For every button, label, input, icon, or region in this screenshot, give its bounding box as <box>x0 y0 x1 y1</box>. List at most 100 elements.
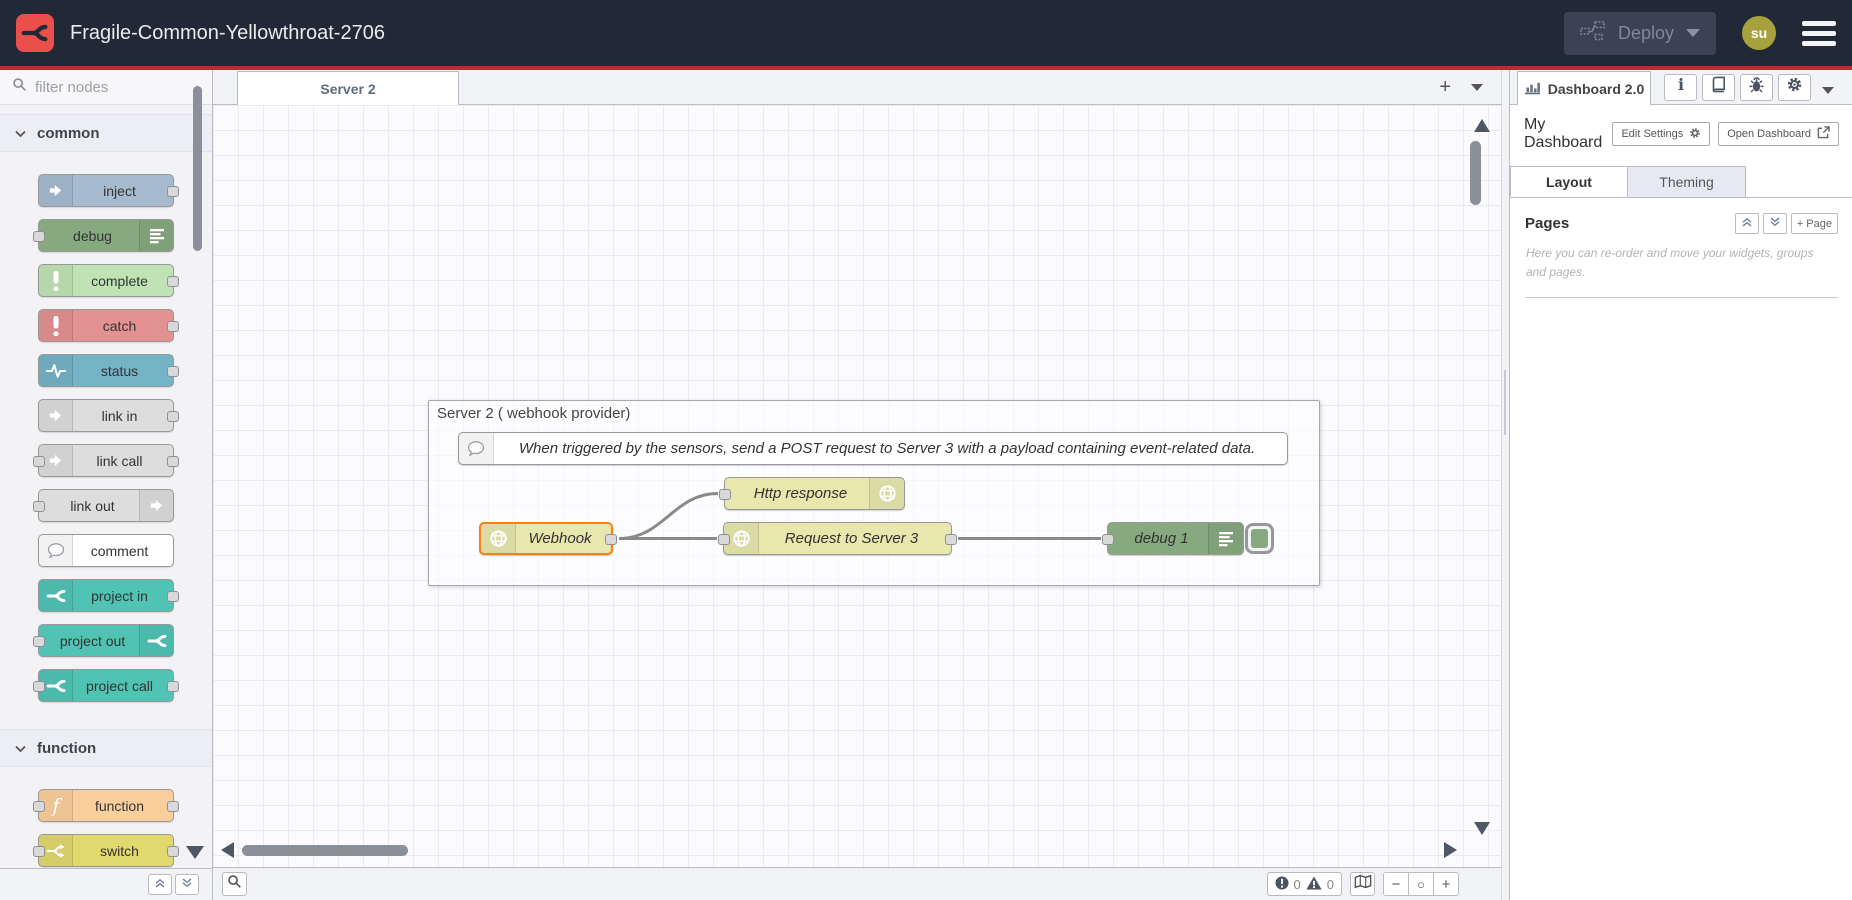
port-out[interactable] <box>167 591 179 602</box>
zoom-in-button[interactable]: + <box>1433 873 1458 895</box>
port-out[interactable] <box>167 366 179 377</box>
port-out[interactable] <box>167 276 179 287</box>
scroll-right-icon[interactable] <box>1444 842 1457 858</box>
arrow-icon <box>39 400 73 431</box>
zoom-reset-button[interactable]: ○ <box>1408 873 1433 895</box>
port-in[interactable] <box>33 681 45 692</box>
scroll-up-icon[interactable] <box>1474 119 1490 132</box>
flow-list-caret[interactable] <box>1471 84 1483 91</box>
palette-category-function[interactable]: function <box>0 729 212 767</box>
flow-node-debug1[interactable]: debug 1 <box>1107 522 1244 555</box>
node-label: complete <box>74 265 165 296</box>
port-out[interactable] <box>605 534 617 545</box>
scroll-down-icon[interactable] <box>1474 822 1490 835</box>
flow-node-webhook[interactable]: Webhook <box>479 522 613 555</box>
palette-node-inject[interactable]: inject <box>38 174 174 207</box>
sidebar-resize-sash[interactable] <box>1501 70 1510 900</box>
palette-node-complete[interactable]: complete <box>38 264 174 297</box>
wire-webhook-to-http_response[interactable] <box>619 494 718 539</box>
user-avatar[interactable]: su <box>1742 16 1776 50</box>
port-out[interactable] <box>945 534 957 545</box>
pages-collapse-button[interactable] <box>1735 213 1759 234</box>
palette-node-link-out[interactable]: link out <box>38 489 174 522</box>
add-page-button[interactable]: + Page <box>1791 213 1838 234</box>
port-in[interactable] <box>33 801 45 812</box>
sidebar-tabs-caret[interactable] <box>1822 87 1834 94</box>
circle-icon: ○ <box>1417 877 1425 892</box>
chevron-down-icon <box>15 125 26 142</box>
port-out[interactable] <box>167 321 179 332</box>
debug-enable-toggle[interactable] <box>1245 523 1274 554</box>
port-out[interactable] <box>167 186 179 197</box>
palette-node-project-in[interactable]: project in <box>38 579 174 612</box>
port-in[interactable] <box>33 231 45 242</box>
tab-debug-button[interactable] <box>1740 74 1773 101</box>
palette-filter[interactable]: filter nodes <box>0 70 212 105</box>
edit-settings-button[interactable]: Edit Settings <box>1612 122 1710 146</box>
zoom-out-button[interactable]: − <box>1384 873 1408 895</box>
flow-node-comment[interactable]: When triggered by the sensors, send a PO… <box>458 432 1288 465</box>
tab-server-2[interactable]: Server 2 <box>237 71 459 105</box>
deploy-button[interactable]: Deploy <box>1564 12 1716 55</box>
category-items: inject debug complete catch status link in lin… <box>0 152 212 720</box>
deploy-options-caret[interactable] <box>1686 29 1700 37</box>
tab-theming[interactable]: Theming <box>1628 166 1746 197</box>
palette-category-common[interactable]: common <box>0 114 212 152</box>
pages-expand-button[interactable] <box>1763 213 1787 234</box>
port-in[interactable] <box>719 489 731 500</box>
scroll-left-icon[interactable] <box>221 842 234 858</box>
vertical-scrollbar-thumb[interactable] <box>1470 141 1481 205</box>
port-in[interactable] <box>1102 534 1114 545</box>
right-sidebar: Dashboard 2.0 i My Dashboard Edit Settin… <box>1510 70 1852 900</box>
search-flows-button[interactable] <box>222 872 247 896</box>
palette-scrollbar-thumb[interactable] <box>193 86 202 251</box>
flow-node-request[interactable]: Request to Server 3 <box>723 522 952 555</box>
node-label: debug <box>47 220 138 251</box>
port-out[interactable] <box>167 801 179 812</box>
palette-node-debug[interactable]: debug <box>38 219 174 252</box>
palette-node-comment[interactable]: comment <box>38 534 174 567</box>
palette-node-function[interactable]: ffunction <box>38 789 174 822</box>
sash-drag-handle[interactable] <box>1504 370 1506 435</box>
port-out[interactable] <box>167 456 179 467</box>
port-in[interactable] <box>33 636 45 647</box>
port-out[interactable] <box>167 681 179 692</box>
page-title: Fragile-Common-Yellowthroat-2706 <box>70 22 385 45</box>
port-out[interactable] <box>167 411 179 422</box>
open-dashboard-button[interactable]: Open Dashboard <box>1718 122 1839 146</box>
deploy-label: Deploy <box>1618 23 1674 44</box>
palette-node-status[interactable]: status <box>38 354 174 387</box>
palette-node-catch[interactable]: catch <box>38 309 174 342</box>
palette-node-project-call[interactable]: project call <box>38 669 174 702</box>
palette-node-project-out[interactable]: project out <box>38 624 174 657</box>
port-in[interactable] <box>33 456 45 467</box>
pages-divider <box>1525 297 1838 298</box>
port-in[interactable] <box>33 846 45 857</box>
navigator-button[interactable] <box>1350 872 1375 896</box>
palette-expand-all-button[interactable] <box>175 874 199 895</box>
palette-scroll-down-icon[interactable] <box>186 846 204 859</box>
palette-collapse-all-button[interactable] <box>148 874 172 895</box>
tab-layout[interactable]: Layout <box>1510 166 1628 197</box>
palette-node-link-call[interactable]: link call <box>38 444 174 477</box>
pages-title: Pages <box>1525 215 1731 232</box>
tab-dashboard-2[interactable]: Dashboard 2.0 <box>1517 71 1651 105</box>
bang-icon <box>39 265 73 296</box>
main-menu-button[interactable] <box>1802 21 1836 46</box>
palette-node-link-in[interactable]: link in <box>38 399 174 432</box>
list-icon <box>1208 523 1243 554</box>
port-in[interactable] <box>33 501 45 512</box>
port-out[interactable] <box>167 846 179 857</box>
add-flow-button[interactable]: + <box>1439 77 1451 97</box>
node-label: catch <box>74 310 165 341</box>
palette-node-switch[interactable]: switch <box>38 834 174 867</box>
flow-workspace[interactable]: Server 2 ( webhook provider)When trigger… <box>213 105 1501 867</box>
flow-node-http-response[interactable]: Http response <box>724 477 905 510</box>
tab-help-button[interactable] <box>1702 74 1735 101</box>
horizontal-scrollbar-thumb[interactable] <box>242 845 408 856</box>
gear-icon <box>1786 76 1803 98</box>
tab-config-button[interactable] <box>1778 74 1811 101</box>
notifications-status[interactable]: 0 0 <box>1267 872 1342 896</box>
tab-info-button[interactable]: i <box>1664 74 1697 101</box>
port-in[interactable] <box>718 534 730 545</box>
